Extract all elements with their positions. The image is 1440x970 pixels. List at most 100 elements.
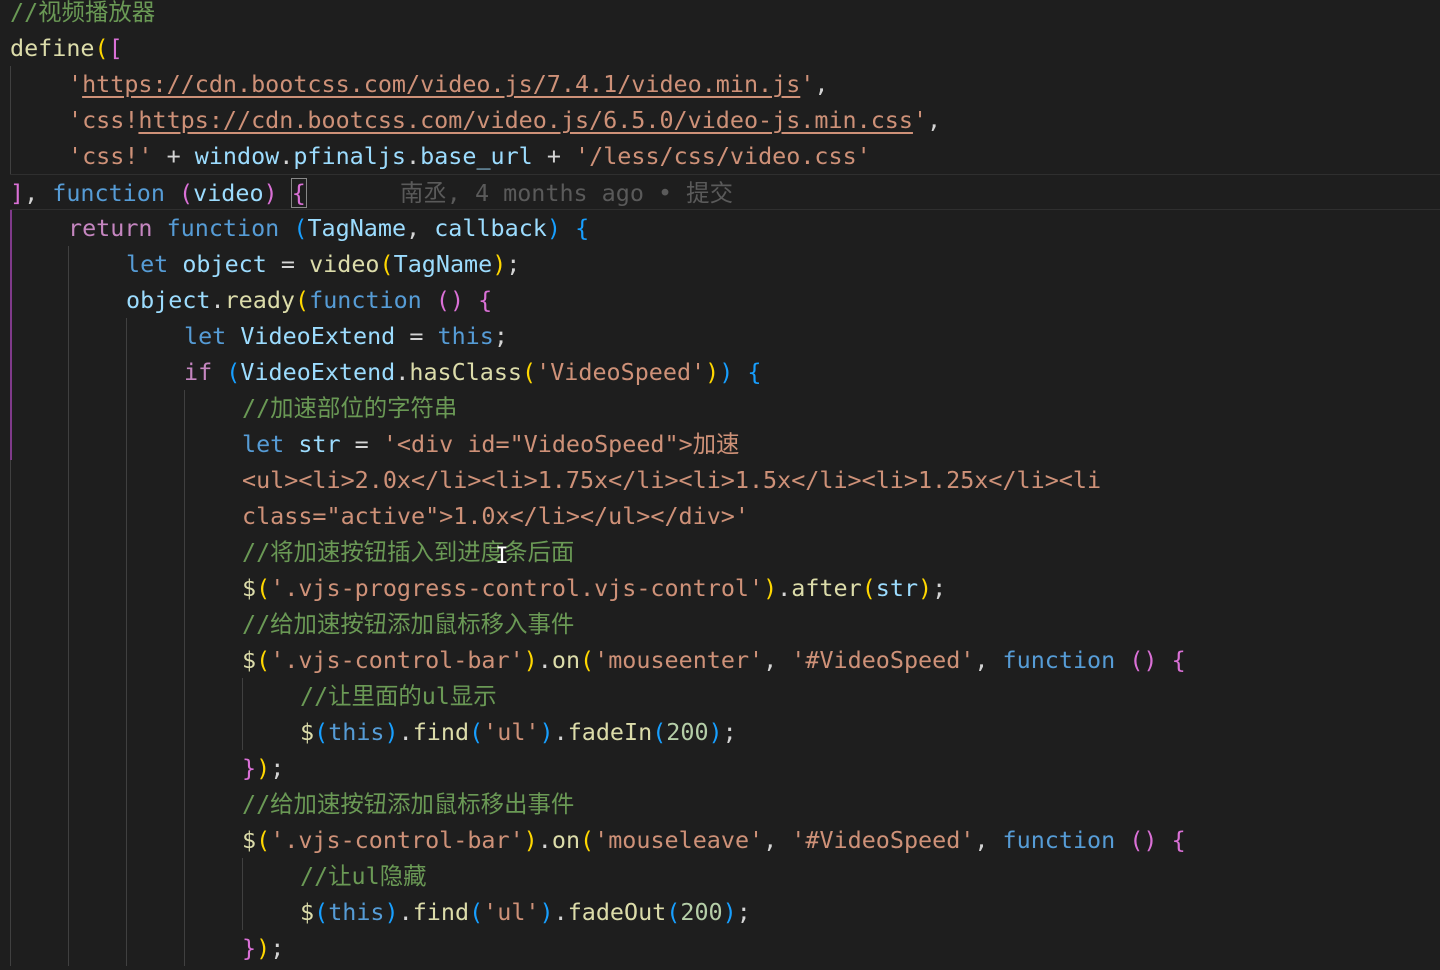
code-line[interactable]: if (VideoExtend.hasClass('VideoSpeed')) … (10, 354, 1440, 390)
code-line[interactable]: $(this).find('ul').fadeOut(200); (10, 894, 1440, 930)
code-editor[interactable]: //视频播放器 define(['https://cdn.bootcss.com/… (0, 0, 1440, 970)
code-token: { (290, 178, 307, 208)
code-token: VideoExtend (240, 358, 396, 386)
code-line[interactable]: }); (10, 750, 1440, 786)
code-token: ( (314, 898, 329, 926)
code-line[interactable]: object.ready(function () { (10, 282, 1440, 318)
indent-guide (184, 534, 185, 570)
code-line[interactable]: class="active">1.0x</li></ul></div>' (10, 498, 1440, 534)
code-token: = (395, 322, 438, 350)
indent-guide (10, 498, 11, 534)
code-token: , (974, 646, 1003, 674)
code-line[interactable]: $('.vjs-control-bar').on('mouseenter', '… (10, 642, 1440, 678)
code-token: $ (242, 646, 257, 674)
indent-guide (126, 858, 127, 894)
code-line[interactable]: define([ (10, 30, 1440, 66)
code-token: https://cdn.bootcss.com/video.js/7.4.1/v… (82, 70, 801, 98)
indent-guide (10, 930, 11, 966)
indent-guide (68, 786, 69, 822)
code-token: $ (242, 574, 257, 602)
code-token: . (398, 718, 413, 746)
code-token: callback (434, 214, 547, 242)
code-line-content: return function (TagName, callback) { (10, 214, 589, 242)
indent-guide (126, 786, 127, 822)
code-token: ] (10, 179, 25, 207)
code-line[interactable]: let VideoExtend = this; (10, 318, 1440, 354)
code-token: , (763, 646, 792, 674)
code-token: ( (256, 826, 271, 854)
code-token: ) (539, 718, 554, 746)
code-token: , (24, 179, 53, 207)
code-token: '.vjs-progress-control.vjs-control' (270, 574, 764, 602)
indent-guide (184, 426, 185, 462)
indent-guide (68, 426, 69, 462)
code-line[interactable]: //让里面的ul显示 (10, 678, 1440, 714)
code-line[interactable]: //给加速按钮添加鼠标移出事件 (10, 786, 1440, 822)
code-line[interactable]: let object = video(TagName); (10, 246, 1440, 282)
code-line[interactable]: //加速部位的字符串 (10, 390, 1440, 426)
code-line[interactable]: 'css!' + window.pfinaljs.base_url + '/le… (10, 138, 1440, 174)
code-token: , (927, 106, 942, 134)
indent-guide (184, 786, 185, 822)
indent-guide (68, 714, 69, 750)
code-token: + (152, 142, 195, 170)
code-line[interactable]: 'https://cdn.bootcss.com/video.js/7.4.1/… (10, 66, 1440, 102)
code-token: , (974, 826, 1003, 854)
indent-guide (10, 786, 11, 822)
code-line[interactable]: //给加速按钮添加鼠标移入事件 (10, 606, 1440, 642)
code-line[interactable]: 'css!https://cdn.bootcss.com/video.js/6.… (10, 102, 1440, 138)
indent-guide (10, 894, 11, 930)
code-token: . (537, 826, 552, 854)
code-line[interactable]: let str = '<div id="VideoSpeed">加速 (10, 426, 1440, 462)
code-token: video (309, 250, 380, 278)
code-line[interactable]: $('.vjs-progress-control.vjs-control').a… (10, 570, 1440, 606)
code-token: hasClass (409, 358, 523, 386)
code-token: ( (469, 898, 484, 926)
code-token: pfinaljs (293, 142, 407, 170)
code-line[interactable]: //视频播放器 (10, 0, 1440, 30)
code-token: ( (314, 718, 329, 746)
indent-guide (10, 570, 11, 606)
code-token: ) (492, 250, 507, 278)
code-token: str (875, 574, 919, 602)
code-line-content: //将加速按钮插入到进度条后面 (10, 538, 574, 566)
code-area[interactable]: //视频播放器 define(['https://cdn.bootcss.com/… (10, 0, 1440, 966)
indent-guide (68, 246, 69, 282)
code-line-content: if (VideoExtend.hasClass('VideoSpeed')) … (10, 358, 762, 386)
indent-guide (68, 822, 69, 858)
code-token: ( (256, 646, 271, 674)
code-line[interactable]: ], function (video) {南丞, 4 months ago • … (10, 174, 1440, 210)
code-line[interactable]: $(this).find('ul').fadeIn(200); (10, 714, 1440, 750)
code-token: on (551, 646, 581, 674)
indent-guide (126, 534, 127, 570)
code-line[interactable]: return function (TagName, callback) { (10, 210, 1440, 246)
code-token: base_url (420, 142, 533, 170)
code-token: ( (295, 286, 310, 314)
code-token: function (52, 179, 165, 207)
code-line-content: //让ul隐藏 (10, 862, 427, 890)
code-line[interactable]: //让ul隐藏 (10, 858, 1440, 894)
code-token: ( (256, 574, 271, 602)
code-line-content: }); (10, 934, 284, 962)
code-token: if (184, 358, 213, 386)
code-line[interactable]: //将加速按钮插入到进度条后面 (10, 534, 1440, 570)
code-token: ( (435, 286, 450, 314)
code-token: ; (270, 934, 285, 962)
code-line[interactable]: }); (10, 930, 1440, 966)
code-line[interactable]: $('.vjs-control-bar').on('mouseleave', '… (10, 822, 1440, 858)
code-token: function (166, 214, 280, 242)
code-token: ( (293, 214, 308, 242)
code-line[interactable]: <ul><li>2.0x</li><li>1.75x</li><li>1.5x<… (10, 462, 1440, 498)
indent-guide (68, 570, 69, 606)
indent-guide (10, 138, 11, 174)
code-token: find (412, 718, 470, 746)
code-token: <ul><li>2.0x</li><li>1.75x</li><li>1.5x<… (242, 466, 1102, 494)
code-token: , (814, 70, 829, 98)
code-token: ready (224, 286, 296, 314)
code-line-content: class="active">1.0x</li></ul></div>' (10, 502, 749, 530)
indent-guide (126, 318, 127, 354)
indent-guide (184, 606, 185, 642)
code-token: function (1002, 646, 1116, 674)
